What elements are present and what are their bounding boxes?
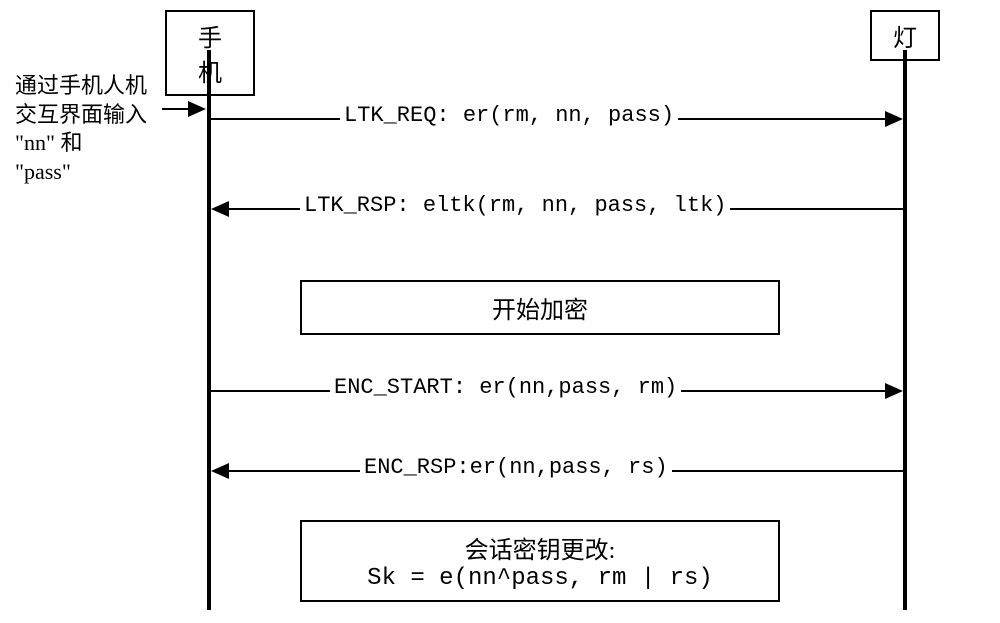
input-note-line3: "nn" 和 (15, 129, 147, 158)
arrowhead-ltk-req (885, 111, 903, 127)
arrowhead-enc-rsp (211, 463, 229, 479)
found-arrow-head (188, 101, 206, 117)
input-note-line2: 交互界面输入 (15, 101, 147, 130)
input-note-line4: "pass" (15, 158, 147, 187)
lifeline-phone (207, 50, 211, 610)
label-ltk-req: LTK_REQ: er(rm, nn, pass) (340, 103, 678, 128)
lifeline-lamp (903, 50, 907, 610)
arrowhead-enc-start (885, 383, 903, 399)
input-note: 通过手机人机 交互界面输入 "nn" 和 "pass" (15, 72, 147, 186)
label-ltk-rsp: LTK_RSP: eltk(rm, nn, pass, ltk) (300, 193, 730, 218)
note-session-key: 会话密钥更改: Sk = e(nn^pass, rm | rs) (300, 520, 780, 602)
session-key-title: 会话密钥更改: (314, 530, 766, 565)
label-enc-start: ENC_START: er(nn,pass, rm) (330, 375, 681, 400)
arrowhead-ltk-rsp (211, 201, 229, 217)
label-enc-rsp: ENC_RSP:er(nn,pass, rs) (360, 455, 672, 480)
input-note-line1: 通过手机人机 (15, 72, 147, 101)
note-start-encrypt: 开始加密 (300, 280, 780, 335)
session-key-formula: Sk = e(nn^pass, rm | rs) (314, 565, 766, 592)
